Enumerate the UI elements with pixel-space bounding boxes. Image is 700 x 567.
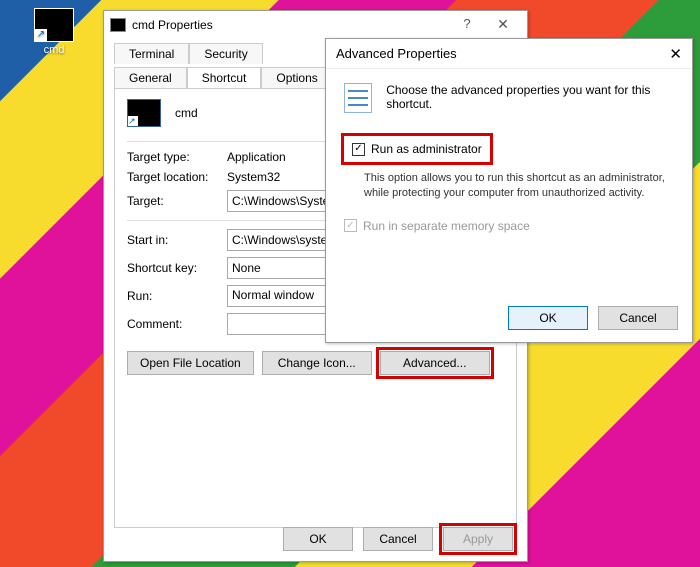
desktop-shortcut-cmd[interactable]: ↗ cmd [24, 8, 84, 56]
properties-icon [344, 83, 372, 113]
shortcut-arrow-icon: ↗ [35, 29, 47, 41]
shortcut-arrow-icon: ↗ [128, 116, 138, 126]
startin-label: Start in: [127, 233, 227, 247]
tab-terminal[interactable]: Terminal [114, 43, 189, 64]
run-label: Run: [127, 289, 227, 303]
run-as-admin-description: This option allows you to run this short… [364, 171, 674, 201]
target-location-label: Target location: [127, 170, 227, 184]
tab-shortcut[interactable]: Shortcut [187, 67, 262, 88]
close-icon[interactable]: ✕ [669, 45, 682, 63]
run-separate-memory-label: Run in separate memory space [363, 219, 530, 233]
cancel-button[interactable]: Cancel [363, 527, 433, 551]
tab-security[interactable]: Security [189, 43, 262, 64]
desktop-shortcut-label: cmd [24, 44, 84, 56]
dialog-bottom-buttons: OK Cancel Apply [283, 527, 513, 551]
window-title: cmd Properties [132, 18, 449, 32]
advanced-button[interactable]: Advanced... [380, 351, 490, 375]
help-button[interactable]: ? [449, 14, 485, 36]
run-as-admin-highlight: Run as administrator [341, 133, 493, 165]
cmd-title-icon [110, 18, 126, 32]
open-file-location-button[interactable]: Open File Location [127, 351, 254, 375]
advanced-properties-dialog: Advanced Properties ✕ Choose the advance… [325, 38, 693, 343]
run-as-admin-checkbox[interactable] [352, 143, 365, 156]
titlebar[interactable]: cmd Properties ? ✕ [104, 11, 527, 39]
adv-title-text: Advanced Properties [336, 46, 669, 61]
target-type-label: Target type: [127, 150, 227, 164]
tab-general[interactable]: General [114, 67, 187, 88]
apply-button[interactable]: Apply [443, 527, 513, 551]
target-label: Target: [127, 194, 227, 208]
cmd-icon: ↗ [34, 8, 74, 42]
adv-intro-text: Choose the advanced properties you want … [386, 83, 674, 111]
shortcut-key-label: Shortcut key: [127, 261, 227, 275]
tab-options[interactable]: Options [261, 67, 332, 88]
shortcut-name: cmd [175, 106, 198, 120]
comment-label: Comment: [127, 317, 227, 331]
run-separate-memory-checkbox [344, 219, 357, 232]
adv-cancel-button[interactable]: Cancel [598, 306, 678, 330]
adv-titlebar[interactable]: Advanced Properties ✕ [326, 39, 692, 69]
run-as-admin-label: Run as administrator [371, 142, 482, 156]
change-icon-button[interactable]: Change Icon... [262, 351, 372, 375]
ok-button[interactable]: OK [283, 527, 353, 551]
cmd-large-icon: ↗ [127, 99, 161, 127]
adv-ok-button[interactable]: OK [508, 306, 588, 330]
close-button[interactable]: ✕ [485, 14, 521, 36]
